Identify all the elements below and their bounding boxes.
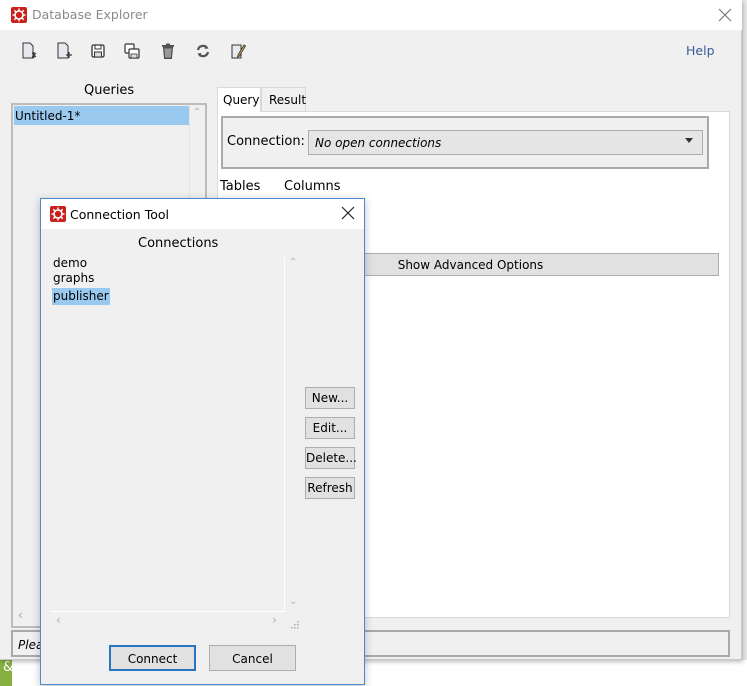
dialog-close-button[interactable] [339,204,357,222]
connection-tool-dialog: Connection Tool Connections demo graphs … [40,198,365,685]
connections-label: Connections [138,236,219,251]
connection-label: Connection: [227,134,305,149]
app-icon [50,206,66,222]
title-bar: Database Explorer [0,0,742,30]
background-window-edge [742,0,747,660]
connection-item-graphs[interactable]: graphs [52,271,95,285]
save-all-icon [124,43,140,59]
close-icon [341,206,355,220]
close-icon [718,8,732,22]
save-button[interactable] [89,42,107,60]
refresh-icon [196,44,210,58]
chevron-down-icon[interactable]: ⌄ [289,596,297,607]
connection-select-value: No open connections [315,136,442,150]
refresh-connections-button[interactable]: Refresh [305,477,355,499]
edit-button[interactable] [229,42,247,60]
window-title: Database Explorer [32,7,148,22]
chevron-down-icon [685,138,693,143]
resize-grip-icon[interactable] [290,618,299,629]
connections-list[interactable]: demo graphs publisher [51,256,285,612]
queries-label: Queries [84,83,135,98]
chevron-up-icon[interactable]: ⌃ [289,257,297,268]
add-query-button[interactable] [55,42,73,60]
tab-result[interactable]: Result [261,87,306,111]
connection-select[interactable]: No open connections [308,130,703,155]
connection-group: Connection: No open connections [221,116,709,169]
close-button[interactable] [716,6,734,24]
chevron-left-icon[interactable]: ‹ [56,613,61,627]
delete-button[interactable] [159,42,177,60]
tab-query[interactable]: Query [217,87,261,112]
add-query-icon [57,42,72,59]
tables-label: Tables [220,179,261,194]
chevron-right-icon[interactable]: › [272,613,277,627]
connection-item-publisher[interactable]: publisher [52,288,110,305]
trash-icon [162,43,174,59]
connect-button[interactable]: Connect [109,645,196,671]
chevron-up-icon[interactable]: ⌃ [193,107,201,118]
new-query-icon [22,42,37,59]
save-icon [91,44,105,58]
app-icon [11,7,27,23]
new-connection-button[interactable]: New... [305,387,355,409]
delete-connection-button[interactable]: Delete... [305,447,357,469]
dialog-title: Connection Tool [70,207,169,222]
refresh-button[interactable] [194,42,212,60]
new-query-button[interactable] [20,42,38,60]
cancel-button[interactable]: Cancel [209,645,296,671]
edit-connection-button[interactable]: Edit... [305,417,355,439]
chevron-left-icon[interactable]: ‹ [18,608,23,622]
columns-label: Columns [284,179,341,194]
toolbar [0,30,742,70]
help-link[interactable]: Help [686,43,715,58]
desktop-glyph: & [3,660,14,675]
connection-item-demo[interactable]: demo [52,256,88,270]
edit-icon [231,44,247,59]
dialog-title-bar: Connection Tool [41,199,364,229]
save-all-button[interactable] [123,42,141,60]
query-item-label: Untitled-1* [15,109,81,123]
query-list-item[interactable]: Untitled-1* [14,106,189,125]
